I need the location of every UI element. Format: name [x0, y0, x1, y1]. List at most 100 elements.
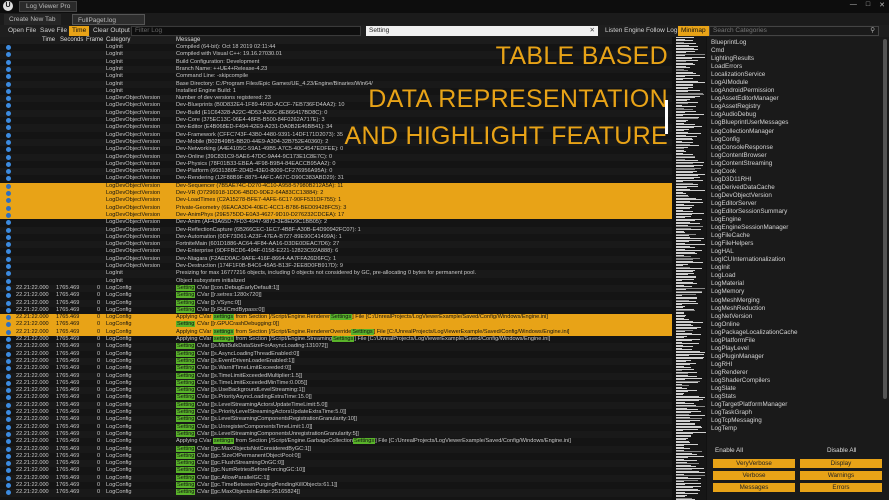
- category-item[interactable]: LogTargetPlatformManager: [707, 401, 879, 409]
- category-item[interactable]: LogConfig: [707, 136, 879, 144]
- time-toggle-button[interactable]: Time: [69, 26, 90, 36]
- table-row[interactable]: 22.21:22.000 1765.469 0 LogConfig Setting CV…: [0, 474, 672, 482]
- verbosity-display-button[interactable]: Display: [800, 459, 882, 468]
- category-item[interactable]: LogMeshReduction: [707, 305, 879, 313]
- table-row[interactable]: 22.21:22.000 1765.469 0 LogConfig Setting CV…: [0, 299, 672, 307]
- table-row[interactable]: LogDevObjectVersion Dev-ReflectionCapture…: [0, 226, 672, 234]
- category-item[interactable]: LogDerivedDataCache: [707, 184, 879, 192]
- category-item[interactable]: LogAssetRegistry: [707, 103, 879, 111]
- category-item[interactable]: LogSlate: [707, 385, 879, 393]
- category-item[interactable]: LogInit: [707, 264, 879, 272]
- table-row[interactable]: 22.21:22.000 1765.469 0 LogConfig Setting CV…: [0, 460, 672, 468]
- category-item[interactable]: LightingResults: [707, 55, 879, 63]
- table-row[interactable]: LogDevObjectVersion Dev-Online (39C831C9-…: [0, 153, 672, 161]
- table-row[interactable]: 22.21:22.000 1765.469 0 LogConfig Setting CV…: [0, 321, 672, 329]
- category-item[interactable]: LogCook: [707, 168, 879, 176]
- category-item[interactable]: LoadErrors: [707, 63, 879, 71]
- category-item[interactable]: Cmd: [707, 47, 879, 55]
- category-item[interactable]: LogTemp: [707, 425, 879, 433]
- table-row[interactable]: 22.21:22.000 1765.469 0 LogConfig Applying C…: [0, 438, 672, 445]
- table-row[interactable]: 22.21:22.000 1765.469 0 LogConfig Setting CV…: [0, 467, 672, 474]
- category-item[interactable]: BlueprintLog: [707, 39, 879, 47]
- verbosity-warnings-button[interactable]: Warnings: [800, 471, 882, 480]
- category-item[interactable]: LogTcpMessaging: [707, 417, 879, 425]
- table-row[interactable]: 22.21:22.000 1765.469 0 LogConfig Setting CV…: [0, 350, 672, 358]
- table-row[interactable]: 22.21:22.000 1765.469 0 LogConfig Setting CV…: [0, 357, 672, 366]
- tab-create-new[interactable]: Create New Tab: [4, 14, 61, 25]
- close-icon[interactable]: ✕: [879, 1, 885, 9]
- category-item[interactable]: LogEditorServer: [707, 200, 879, 208]
- category-item[interactable]: LogStats: [707, 393, 879, 401]
- table-row[interactable]: 22.21:22.000 1765.469 0 LogConfig Setting CV…: [0, 416, 672, 424]
- disable-all-button[interactable]: Disable All: [827, 447, 856, 454]
- category-item[interactable]: LogEngine: [707, 216, 879, 224]
- column-seconds[interactable]: Seconds: [60, 37, 83, 44]
- enable-all-button[interactable]: Enable All: [715, 447, 743, 454]
- table-row[interactable]: LogDevObjectVersion Dev-Destruction (174F…: [0, 263, 672, 270]
- category-item[interactable]: LogAIModule: [707, 79, 879, 87]
- category-item[interactable]: LogPlatformFile: [707, 337, 879, 345]
- category-scrollbar[interactable]: [883, 39, 887, 399]
- column-category[interactable]: Category: [106, 37, 130, 44]
- table-row[interactable]: LogDevObjectVersion Dev-Sequencer (7B5AE7…: [0, 182, 672, 190]
- tab-log-file[interactable]: FullPaget.log: [72, 14, 145, 25]
- category-item[interactable]: LogFileCache: [707, 232, 879, 240]
- category-item[interactable]: LogPlayLevel: [707, 345, 879, 353]
- table-row[interactable]: 22.21:22.000 1765.469 0 LogConfig Setting CV…: [0, 409, 672, 416]
- minimap[interactable]: [676, 37, 706, 500]
- table-row[interactable]: 22.21:22.000 1765.469 0 LogConfig Setting CV…: [0, 482, 672, 489]
- maximize-icon[interactable]: □: [866, 1, 870, 9]
- minimap-toggle-button[interactable]: Minimap: [678, 26, 709, 36]
- category-item[interactable]: LogMemory: [707, 288, 879, 296]
- table-row[interactable]: LogDevObjectVersion Dev-Anim (AF43A65D-7F…: [0, 219, 672, 226]
- category-item[interactable]: LogConsoleResponse: [707, 144, 879, 152]
- table-row[interactable]: LogInit Presizing for max 16777216 object…: [0, 270, 672, 278]
- category-item[interactable]: LogContentStreaming: [707, 160, 879, 168]
- table-row[interactable]: 22.21:22.000 1765.469 0 LogConfig Setting CV…: [0, 430, 672, 439]
- verbosity-errors-button[interactable]: Errors: [800, 483, 882, 492]
- table-row[interactable]: LogInit Object subsystem initialized: [0, 278, 672, 285]
- table-row[interactable]: 22.21:22.000 1765.469 0 LogConfig Applying C…: [0, 336, 672, 343]
- table-row[interactable]: 22.21:22.000 1765.469 0 LogConfig Setting CV…: [0, 379, 672, 387]
- category-item[interactable]: LogShaderCompilers: [707, 377, 879, 385]
- table-row[interactable]: LogDevObjectVersion FortniteMain (601D188…: [0, 241, 672, 249]
- table-row[interactable]: 22.21:22.000 1765.469 0 LogConfig Setting CV…: [0, 306, 672, 314]
- table-row[interactable]: LogDevObjectVersion Dev-Physics (78F01B33…: [0, 161, 672, 168]
- table-row[interactable]: 22.21:22.000 1765.469 0 LogConfig Applying C…: [0, 314, 672, 322]
- listen-engine-button[interactable]: Listen Engine: [602, 26, 647, 36]
- table-row[interactable]: LogDevObjectVersion Dev-Niagara (F2AED0AC…: [0, 255, 672, 263]
- table-row[interactable]: LogDevObjectVersion Dev-Rendering (12F88B…: [0, 175, 672, 182]
- category-item[interactable]: LocalizationService: [707, 71, 879, 79]
- verbosity-messages-button[interactable]: Messages: [713, 483, 795, 492]
- app-title-tab[interactable]: Log Viewer Pro: [19, 1, 78, 12]
- table-row[interactable]: 22.21:22.000 1765.469 0 LogConfig Setting CV…: [0, 452, 672, 460]
- table-row[interactable]: LogDevObjectVersion Dev-Automation (0DF73…: [0, 234, 672, 241]
- table-row[interactable]: LogInit Command Line: -skipcompile: [0, 73, 672, 80]
- category-item[interactable]: LogD3D11RHI: [707, 176, 879, 184]
- verbosity-verbose-button[interactable]: Verbose: [713, 471, 795, 480]
- table-row[interactable]: LogDevObjectVersion Dev-VR (D7296918-1DD6…: [0, 190, 672, 198]
- category-item[interactable]: LogLoad: [707, 272, 879, 280]
- category-item[interactable]: LogRHI: [707, 361, 879, 369]
- category-item[interactable]: LogCollectionManager: [707, 128, 879, 136]
- category-item[interactable]: LogDevObjectVersion: [707, 192, 879, 200]
- category-item[interactable]: LogRenderer: [707, 369, 879, 377]
- category-item[interactable]: LogMeshMerging: [707, 297, 879, 305]
- category-item[interactable]: LogAndroidPermission: [707, 87, 879, 95]
- category-item[interactable]: LogPackageLocalizationCache: [707, 329, 879, 337]
- category-item[interactable]: LogMaterial: [707, 280, 879, 288]
- category-item[interactable]: LogNetVersion: [707, 313, 879, 321]
- clear-output-button[interactable]: Clear Output: [90, 26, 133, 36]
- table-row[interactable]: 22.21:22.000 1765.469 0 LogConfig Applying C…: [0, 328, 672, 336]
- table-row[interactable]: LogDevObjectVersion Dev-Enterprise (9DFFB…: [0, 248, 672, 255]
- category-item[interactable]: LogBlueprintUserMessages: [707, 119, 879, 127]
- table-row[interactable]: 22.21:22.000 1765.469 0 LogConfig Setting CV…: [0, 387, 672, 395]
- table-row[interactable]: LogDevObjectVersion Dev-LoadTimes (C2A152…: [0, 197, 672, 205]
- category-search-input[interactable]: Search Categories ⚲: [709, 26, 879, 36]
- category-item[interactable]: LogEditorSessionSummary: [707, 208, 879, 216]
- category-item[interactable]: LogTaskGraph: [707, 409, 879, 417]
- table-row[interactable]: 22.21:22.000 1765.469 0 LogConfig Setting CV…: [0, 394, 672, 401]
- category-item[interactable]: LogContentBrowser: [707, 152, 879, 160]
- table-row[interactable]: LogDevObjectVersion Dev-Platform (6631380…: [0, 168, 672, 176]
- clear-search-icon[interactable]: ✕: [590, 26, 595, 36]
